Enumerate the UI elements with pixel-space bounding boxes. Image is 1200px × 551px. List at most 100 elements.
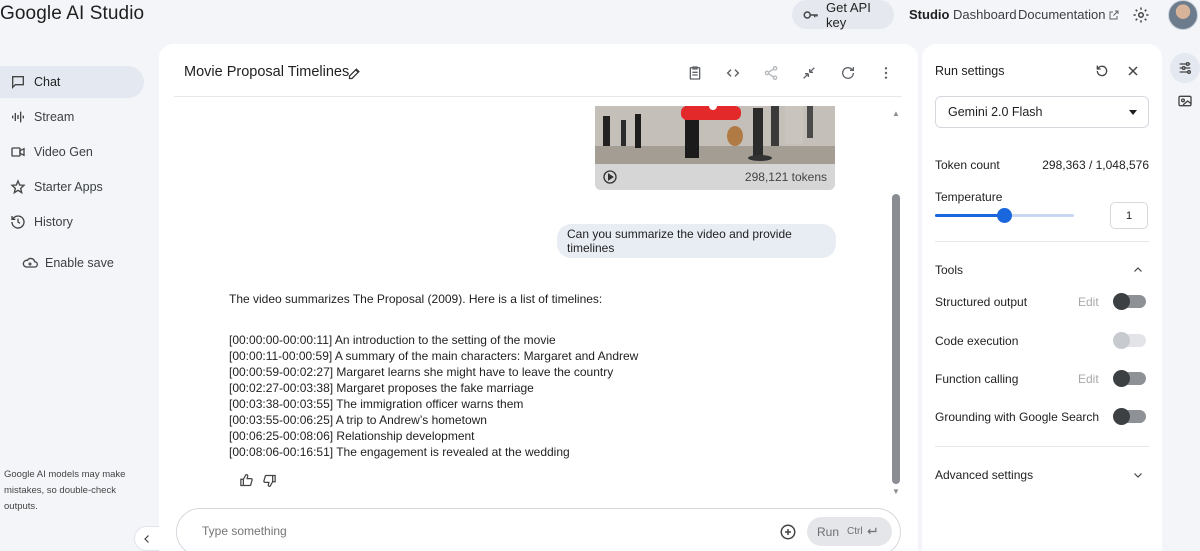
video-camera-icon [10,144,26,160]
edit-link[interactable]: Edit [1078,372,1099,386]
tool-label: Structured output [935,295,1028,309]
run-settings-toggle-button[interactable] [1170,53,1200,83]
app-logo[interactable]: Google AI Studio [0,3,144,25]
list-item: [00:00:11-00:00:59] A summary of the mai… [229,349,639,363]
advanced-settings-label[interactable]: Advanced settings [935,468,1033,482]
video-thumbnail [595,106,835,164]
tune-icon [1177,60,1193,76]
tool-function-calling: Function calling Edit [935,369,1149,389]
sidebar-item-video-gen[interactable]: Video Gen [0,136,144,168]
list-item: [00:02:27-00:03:38] Margaret proposes th… [229,381,534,395]
clipboard-icon[interactable] [687,65,703,81]
scroll-up-arrow[interactable]: ▲ [891,110,901,118]
sidebar-item-stream[interactable]: Stream [0,101,144,133]
video-info-bar: 298,121 tokens [595,164,835,190]
drive-add-icon [22,255,38,271]
top-bar: Google AI Studio Get API key Studio Dash… [0,0,1200,30]
list-item: [00:03:38-00:03:55] The immigration offi… [229,397,524,411]
get-api-key-button[interactable]: Get API key [792,0,894,30]
code-icon[interactable] [725,65,741,81]
thumbs-down-icon[interactable] [262,473,277,488]
model-response-intro: The video summarizes The Proposal (2009)… [229,292,603,306]
tool-code-execution: Code execution [935,331,1149,351]
compare-icon[interactable] [801,65,817,81]
chevron-left-icon [141,533,153,545]
more-options-icon[interactable] [878,65,894,81]
chevron-up-icon[interactable] [1132,264,1144,276]
refresh-icon[interactable] [840,65,856,81]
share-icon[interactable] [763,65,779,81]
tool-label: Function calling [935,372,1019,386]
add-media-icon[interactable] [779,523,797,541]
reset-settings-icon[interactable] [1094,63,1110,79]
nav-dashboard[interactable]: Dashboard [953,7,1017,22]
prompt-composer[interactable]: Type something Run Ctrl [176,508,901,551]
function-calling-toggle[interactable] [1113,370,1146,387]
structured-output-toggle[interactable] [1113,293,1146,310]
disclaimer-text: Google AI models may make mistakes, so d… [4,469,126,512]
list-item: [00:08:06-00:16:51] The engagement is re… [229,445,570,459]
tool-structured-output: Structured output Edit [935,292,1149,312]
play-icon[interactable] [602,169,618,185]
sidebar-item-starter-apps[interactable]: Starter Apps [0,171,144,203]
tools-label[interactable]: Tools [935,263,963,277]
media-gallery-icon [1177,93,1193,109]
scroll-down-arrow[interactable]: ▼ [891,488,901,496]
edit-title-icon[interactable] [347,66,362,81]
chevron-down-icon[interactable] [1132,469,1144,481]
temperature-slider-handle[interactable] [997,208,1012,223]
temperature-slider-fill [935,214,1005,217]
model-select[interactable]: Gemini 2.0 Flash [935,96,1149,128]
sidebar-item-label: Starter Apps [34,180,103,194]
sidebar-item-chat[interactable]: Chat [0,66,144,98]
list-item: [00:06:25-00:08:06] Relationship develop… [229,429,475,443]
video-token-count: 298,121 tokens [744,170,827,184]
run-settings-title: Run settings [935,64,1005,78]
collapse-sidebar-button[interactable] [134,526,160,551]
list-item: [00:03:55-00:06:25] A trip to Andrew’s h… [229,413,487,427]
run-settings-panel: Run settings Gemini 2.0 Flash Token coun… [922,44,1162,551]
chat-scrollbar[interactable] [892,194,900,484]
tool-label: Grounding with Google Search [935,410,1100,424]
token-count-label: Token count [935,158,1000,172]
composer-input[interactable]: Type something [202,524,287,538]
temperature-input[interactable]: 1 [1110,202,1148,229]
user-message: Can you summarize the video and provide … [557,224,836,258]
divider [935,446,1149,447]
nav-studio[interactable]: Studio [909,7,949,22]
enter-key-icon [865,525,878,538]
sidebar-item-label: Chat [34,75,61,89]
starter-apps-icon [10,179,26,195]
close-icon[interactable] [1125,63,1141,79]
sidebar-item-label: Video Gen [34,145,93,159]
divider [935,241,1149,242]
chat-panel: Movie Proposal Timelines 298,121 tokens … [159,44,918,551]
code-execution-toggle[interactable] [1113,332,1146,349]
timeline-list: [00:00:00-00:00:11] An introduction to t… [229,332,638,460]
sidebar-item-label: History [34,215,73,229]
grounding-toggle[interactable] [1113,408,1146,425]
history-icon [10,214,26,230]
user-message-text: Can you summarize the video and provide … [567,227,792,255]
list-item: [00:00:00-00:00:11] An introduction to t… [229,333,556,347]
run-button[interactable]: Run Ctrl [807,517,892,546]
edit-link[interactable]: Edit [1078,295,1099,309]
header-divider [174,96,902,97]
sidebar-item-history[interactable]: History [0,206,144,238]
prompt-title[interactable]: Movie Proposal Timelines [184,64,349,80]
get-api-key-label: Get API key [826,0,871,30]
enable-save-button[interactable]: Enable save [22,255,114,271]
external-link-icon [1108,9,1120,21]
video-attachment[interactable]: 298,121 tokens [595,106,835,190]
waveform-icon [10,109,26,125]
nav-documentation[interactable]: Documentation [1018,7,1120,22]
caret-down-icon [1128,107,1138,117]
media-panel-button[interactable] [1170,86,1200,116]
enable-save-label: Enable save [45,256,114,270]
sidebar-item-label: Stream [34,110,75,124]
response-feedback [239,473,277,488]
user-avatar[interactable] [1168,0,1198,30]
thumbs-up-icon[interactable] [239,473,254,488]
tool-grounding: Grounding with Google Search [935,407,1149,427]
settings-gear-icon[interactable] [1132,6,1150,24]
